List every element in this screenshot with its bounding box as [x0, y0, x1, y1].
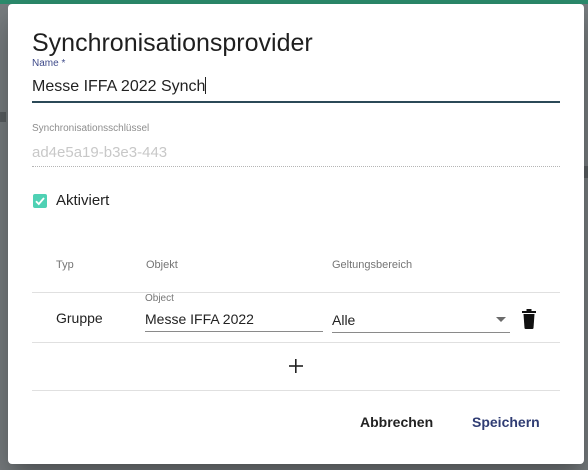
scope-select[interactable]: Alle — [332, 311, 355, 329]
object-field-label: Object — [145, 293, 174, 304]
activated-checkbox[interactable] — [33, 194, 47, 208]
dropdown-arrow-icon[interactable] — [496, 317, 506, 322]
background-fragment — [0, 112, 6, 122]
sync-key-field: ad4e5a19-b3e3-443 — [32, 144, 168, 161]
name-label-text: Name — [32, 58, 59, 69]
table-divider — [32, 390, 560, 391]
table-divider — [32, 342, 560, 343]
sync-key-label: Synchronisationsschlüssel — [32, 123, 150, 134]
save-button[interactable]: Speichern — [472, 409, 540, 435]
cancel-button[interactable]: Abbrechen — [360, 409, 433, 435]
checkmark-icon — [35, 197, 45, 206]
name-input[interactable]: Messe IFFA 2022 Synch — [32, 76, 560, 98]
column-header-typ: Typ — [56, 259, 74, 271]
required-mark: * — [61, 58, 66, 69]
table-divider — [32, 292, 560, 293]
trash-icon[interactable] — [521, 309, 537, 329]
name-field-label: Name * — [32, 58, 65, 70]
column-header-objekt: Objekt — [146, 259, 178, 271]
row-typ-value: Gruppe — [56, 310, 103, 326]
sync-key-underline — [32, 166, 560, 167]
scope-select-underline — [332, 332, 510, 333]
plus-icon[interactable] — [286, 356, 306, 376]
dialog-title: Synchronisationsprovider — [32, 29, 313, 57]
sync-provider-dialog: Synchronisationsprovider Name * Messe IF… — [8, 4, 584, 464]
name-input-underline — [32, 101, 560, 103]
text-caret — [205, 77, 207, 94]
activated-label: Aktiviert — [56, 192, 110, 209]
object-input-underline — [145, 331, 323, 332]
name-input-value: Messe IFFA 2022 Synch — [32, 78, 206, 95]
object-input[interactable]: Messe IFFA 2022 — [145, 310, 254, 328]
column-header-geltungsbereich: Geltungsbereich — [332, 259, 413, 271]
